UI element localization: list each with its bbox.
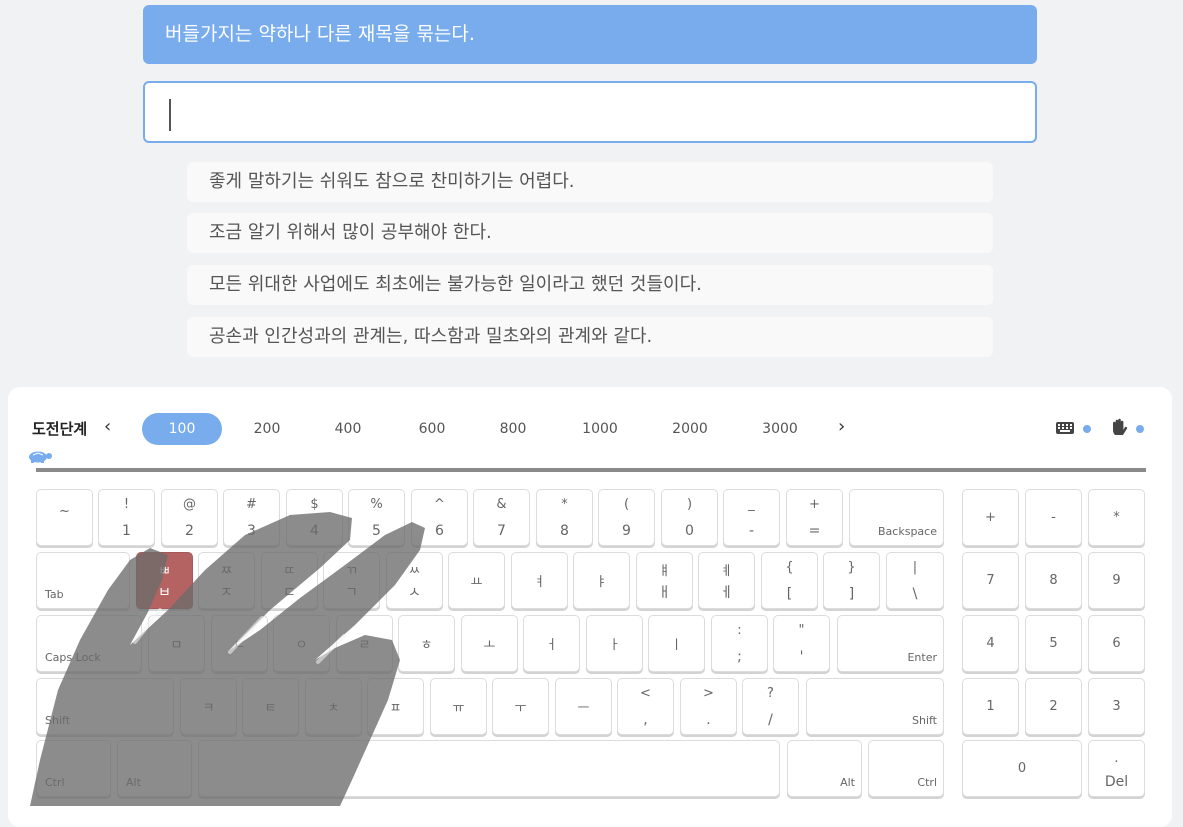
key-digeut[interactable]: ㄸㄷ: [261, 552, 318, 609]
numpad-9[interactable]: 9: [1088, 552, 1145, 609]
key-tilde[interactable]: ~: [36, 489, 93, 546]
key-tieut[interactable]: ㅌ: [242, 678, 299, 735]
upcoming-sentence: 모든 위대한 사업에도 최초에는 불가능한 일이라고 했던 것들이다.: [187, 265, 993, 305]
level-option-1000[interactable]: 1000: [560, 413, 640, 445]
key-semicolon[interactable]: :;: [711, 615, 768, 672]
key-eo[interactable]: ㅓ: [523, 615, 580, 672]
key-pieup[interactable]: ㅍ: [367, 678, 424, 735]
upcoming-sentence: 좋게 말하기는 쉬워도 참으로 찬미하기는 어렵다.: [187, 162, 993, 202]
numpad-multiply[interactable]: *: [1088, 489, 1145, 546]
key-ctrl-right[interactable]: Ctrl: [868, 740, 944, 797]
numpad-8[interactable]: 8: [1025, 552, 1082, 609]
key-left-bracket[interactable]: {[: [761, 552, 818, 609]
text-caret: [169, 99, 171, 131]
key-alt-right[interactable]: Alt: [787, 740, 862, 797]
key-ya[interactable]: ㅑ: [573, 552, 630, 609]
key-4[interactable]: $4: [286, 489, 343, 546]
numpad-del[interactable]: . Del: [1088, 740, 1145, 797]
key-quote[interactable]: " ': [773, 615, 830, 672]
key-mieum[interactable]: ㅁ: [148, 615, 205, 672]
key-6[interactable]: ^ 6: [411, 489, 468, 546]
key-caps-lock[interactable]: Caps Lock: [36, 615, 142, 672]
key-slash[interactable]: ? /: [742, 678, 799, 735]
key-o[interactable]: ㅗ: [461, 615, 518, 672]
upcoming-sentence: 공손과 인간성과의 관계는, 따스함과 밀초와의 관계와 같다.: [187, 317, 993, 357]
key-8[interactable]: * 8: [536, 489, 593, 546]
keyboard-icon[interactable]: [1055, 421, 1075, 435]
key-e[interactable]: ㅖㅔ: [698, 552, 755, 609]
key-a[interactable]: ㅏ: [586, 615, 643, 672]
target-sentence: 버들가지는 약하나 다른 재목을 묶는다.: [143, 5, 1037, 64]
key-tab[interactable]: Tab: [36, 552, 130, 609]
key-alt-left[interactable]: Alt: [117, 740, 192, 797]
level-option-2000[interactable]: 2000: [650, 413, 730, 445]
level-option-200[interactable]: 200: [227, 413, 307, 445]
key-eu[interactable]: ㅡ: [555, 678, 612, 735]
numpad-minus[interactable]: -: [1025, 489, 1082, 546]
key-yeo[interactable]: ㅕ: [511, 552, 568, 609]
level-bar-title: 도전단계: [32, 420, 88, 438]
numpad-3[interactable]: 3: [1088, 678, 1145, 735]
key-1[interactable]: ! 1: [98, 489, 155, 546]
key-comma[interactable]: <,: [617, 678, 674, 735]
key-period[interactable]: >.: [680, 678, 737, 735]
turtle-icon: [29, 451, 52, 463]
key-yu[interactable]: ㅠ: [430, 678, 487, 735]
key-ieung[interactable]: ㅇ: [273, 615, 330, 672]
key-minus[interactable]: _ -: [723, 489, 780, 546]
key-nieun[interactable]: ㄴ: [211, 615, 268, 672]
level-prev-arrow[interactable]: ‹: [104, 416, 111, 437]
key-shift-right[interactable]: Shift: [806, 678, 944, 735]
level-next-arrow[interactable]: ›: [838, 416, 845, 437]
key-space[interactable]: [198, 740, 780, 797]
key-chieut[interactable]: ㅊ: [305, 678, 362, 735]
key-3[interactable]: #3: [223, 489, 280, 546]
key-0[interactable]: ) 0: [661, 489, 718, 546]
key-5[interactable]: % 5: [348, 489, 405, 546]
upcoming-sentence: 조금 알기 위해서 많이 공부해야 한다.: [187, 213, 993, 253]
key-right-bracket[interactable]: }]: [823, 552, 880, 609]
key-kieuk[interactable]: ㅋ: [180, 678, 237, 735]
key-giyeok[interactable]: ㄲㄱ: [323, 552, 380, 609]
key-ctrl-left[interactable]: Ctrl: [36, 740, 111, 797]
key-jieut[interactable]: ㅉㅈ: [198, 552, 255, 609]
key-backslash[interactable]: | \: [886, 552, 944, 609]
key-9[interactable]: (9: [598, 489, 655, 546]
key-ae[interactable]: ㅒㅐ: [636, 552, 693, 609]
key-enter[interactable]: Enter: [837, 615, 944, 672]
numpad-4[interactable]: 4: [962, 615, 1019, 672]
numpad-1[interactable]: 1: [962, 678, 1019, 735]
level-option-800[interactable]: 800: [473, 413, 553, 445]
key-bieup[interactable]: ㅃㅂ: [136, 552, 193, 609]
numpad-2[interactable]: 2: [1025, 678, 1082, 735]
numpad-0[interactable]: 0: [962, 740, 1082, 797]
level-progress-track: [36, 468, 1146, 472]
level-option-600[interactable]: 600: [392, 413, 472, 445]
key-7[interactable]: & 7: [473, 489, 530, 546]
numpad-7[interactable]: 7: [962, 552, 1019, 609]
typing-input[interactable]: [143, 81, 1037, 143]
key-2[interactable]: @2: [161, 489, 218, 546]
level-option-100[interactable]: 100: [142, 413, 222, 445]
key-i[interactable]: ㅣ: [648, 615, 705, 672]
keyboard-toggle-dot[interactable]: [1083, 425, 1091, 433]
level-option-400[interactable]: 400: [308, 413, 388, 445]
key-equals[interactable]: + =: [786, 489, 843, 546]
key-backspace[interactable]: Backspace: [849, 489, 944, 546]
key-siot[interactable]: ㅆㅅ: [386, 552, 443, 609]
key-hieut[interactable]: ㅎ: [398, 615, 455, 672]
numpad-5[interactable]: 5: [1025, 615, 1082, 672]
key-rieul[interactable]: ㄹ: [336, 615, 393, 672]
level-option-3000[interactable]: 3000: [740, 413, 820, 445]
hand-toggle-dot[interactable]: [1136, 425, 1144, 433]
numpad-plus[interactable]: +: [962, 489, 1019, 546]
key-shift-left[interactable]: Shift: [36, 678, 174, 735]
key-yo[interactable]: ㅛ: [448, 552, 505, 609]
hand-icon[interactable]: [1110, 418, 1128, 437]
numpad-6[interactable]: 6: [1088, 615, 1145, 672]
key-u[interactable]: ㅜ: [492, 678, 549, 735]
